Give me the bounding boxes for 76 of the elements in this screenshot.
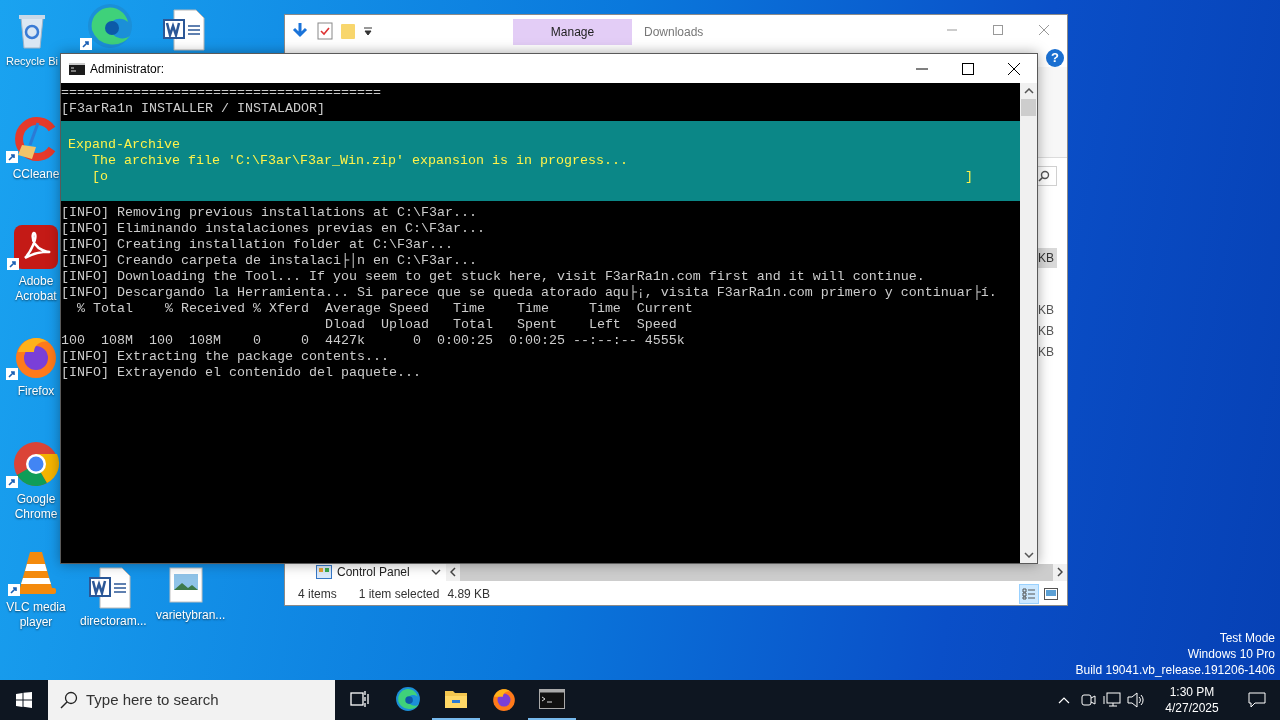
window-title: Administrator: [90, 60, 165, 78]
size-cell[interactable]: KB [1038, 321, 1057, 341]
download-arrow-icon[interactable] [291, 22, 309, 40]
progress-bar-end: ] [965, 169, 973, 185]
size-cell[interactable]: KB [1038, 248, 1057, 268]
close-icon [1039, 25, 1049, 35]
console-line: [INFO] Extrayendo el contenido del paquete... [61, 365, 421, 381]
browser-icon[interactable] [86, 2, 134, 50]
shortcut-arrow-icon [6, 476, 18, 488]
shortcut-arrow-icon [7, 258, 19, 270]
desktop-info-text: Test Mode [1219, 630, 1275, 646]
icon-label: Adobe Acrobat [15, 274, 57, 303]
status-text: 1 item selected [358, 586, 440, 603]
console-line: % Total % Received % Xferd Average Speed Time Time Time Current [76, 301, 693, 317]
console-line: The archive file 'C:\F3ar\F3ar_Win.zip' expansion is in progress... [92, 153, 628, 169]
icon-label: VLC media player [6, 600, 66, 629]
app-icon [539, 689, 565, 709]
properties-icon[interactable] [317, 22, 333, 40]
shortcut-arrow-icon [6, 151, 18, 163]
help-button[interactable]: ? [1046, 49, 1064, 67]
size-cell[interactable]: KB [1038, 342, 1057, 362]
console-line: [INFO] Downloading the Tool... If you seem to get stuck here, visit F3arRa1n.com first and it will continue. [61, 269, 925, 285]
window-title: Downloads [644, 24, 704, 41]
search-field[interactable]: Type here to search [48, 680, 335, 720]
console-line: Expand-Archive [68, 137, 180, 153]
icon-label: directoram... [80, 614, 147, 628]
close-icon [1008, 62, 1020, 75]
icon-label: Recycle Bi [6, 55, 58, 67]
status-text: 4.89 KB [447, 586, 491, 603]
scroll-thumb[interactable] [1021, 99, 1036, 116]
search-icon [60, 691, 78, 709]
icon-label: CCleane [12, 167, 60, 181]
document-icon[interactable] [162, 8, 206, 52]
shortcut-arrow-icon [80, 38, 92, 50]
ribbon-context-tab[interactable]: Manage [513, 19, 632, 45]
icon-label: Firefox [17, 384, 55, 398]
desktop-info-text: Build 19041.vb_release.191206-1406 [1075, 662, 1275, 678]
app-icon [444, 688, 468, 710]
console-line: [INFO] Creating installation folder at C:\F3ar... [61, 237, 453, 253]
control-panel-icon [316, 565, 332, 579]
console-line: [INFO] Eliminando instalaciones previas en C:\F3ar... [61, 221, 485, 237]
details-view-icon[interactable] [1019, 584, 1039, 604]
status-text: 4 items [298, 586, 337, 603]
console-line: [INFO] Extracting the package contents... [61, 349, 389, 365]
desktop-info-text: Windows 10 Pro [1187, 646, 1275, 662]
shortcut-arrow-icon [6, 368, 18, 380]
maximize-icon [962, 62, 974, 75]
shortcut-arrow-icon [8, 584, 20, 596]
console-line: [F3arRa1n INSTALLER / INSTALADOR] [61, 101, 325, 117]
search-icon[interactable] [1038, 170, 1050, 182]
clock[interactable]: 1:30 PM 4/27/2025 [1154, 684, 1230, 716]
console-line: 100 108M 100 108M 0 0 4427k 0 0:00:25 0:00:25 --:--:-- 4555k [61, 333, 685, 349]
progress-bar-start: [o [92, 169, 108, 185]
caret-icon[interactable] [363, 26, 373, 36]
app-icon [395, 686, 421, 712]
windows-logo-icon [16, 692, 32, 708]
app-icon [491, 686, 517, 712]
icon-label: varietybran... [156, 608, 226, 622]
console-icon [69, 62, 85, 75]
network-icon[interactable] [1100, 692, 1124, 708]
task-view-icon [350, 690, 370, 708]
browser-icon[interactable] [12, 440, 60, 488]
console-line: ======================================== [61, 85, 381, 101]
scroll-right-icon[interactable] [1053, 563, 1067, 581]
icon-label: Google Chrome [14, 492, 58, 521]
size-cell[interactable]: KB [1038, 300, 1057, 320]
console-line: [INFO] Removing previous installations at C:\F3ar... [61, 205, 477, 221]
pdf-icon[interactable] [13, 224, 59, 270]
document-icon[interactable] [88, 566, 132, 610]
console-line: [INFO] Descargando la Herramienta... Si parece que se queda atorado aqu├¡, visita F3arRa1n.com primero y continuar├í. [61, 285, 997, 301]
nav-item[interactable]: Control Panel [316, 563, 424, 581]
vertical-scrollbar[interactable] [1020, 83, 1037, 563]
maximize-icon [993, 25, 1003, 35]
image-file-icon[interactable] [167, 566, 205, 604]
console-line: Dload Upload Total Spent Left Speed [323, 317, 677, 333]
console-line: [INFO] Creando carpeta de instalaci├│n en C:\F3ar... [61, 253, 477, 269]
